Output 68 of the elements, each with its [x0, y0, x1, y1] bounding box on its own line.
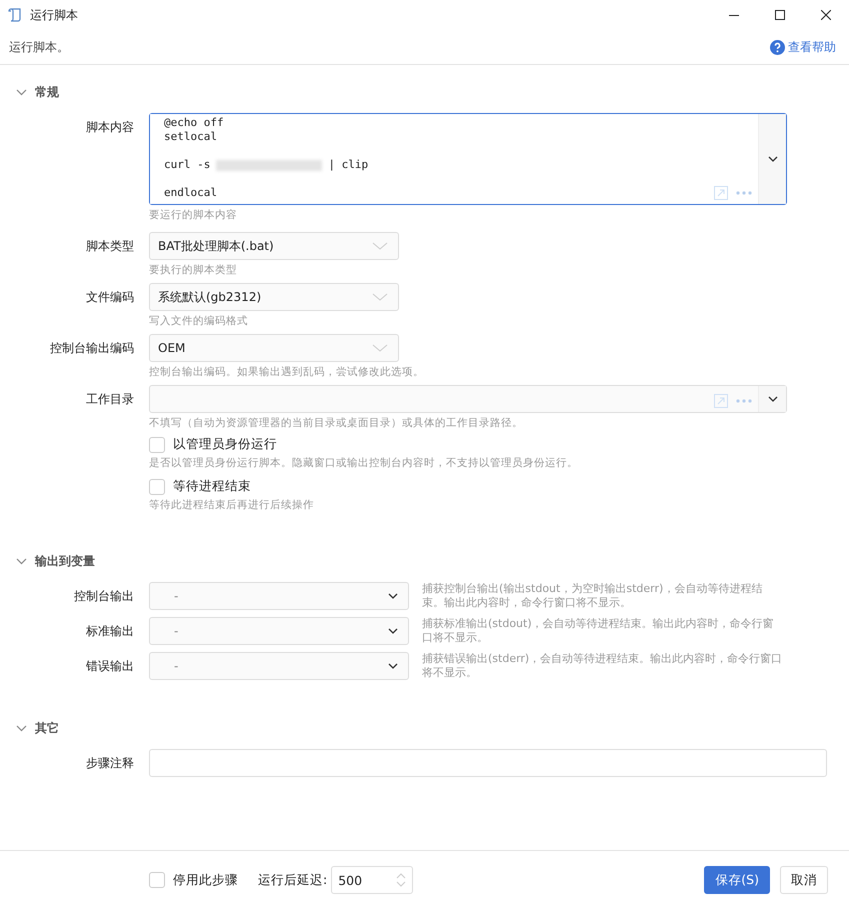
description-text: 运行脚本。 [9, 38, 69, 56]
chevron-down-icon [768, 156, 778, 162]
field-hint: 是否以管理员身份运行脚本。隐藏窗口或输出控制台内容时，不支持以管理员身份运行。 [149, 456, 579, 470]
select-field[interactable]: BAT批处理脚本(.bat) [149, 232, 399, 260]
field-label: 工作目录 [85, 391, 134, 408]
code-text: | clip [328, 158, 368, 172]
close-icon [821, 10, 831, 20]
cancel-button[interactable]: 取消 [780, 866, 828, 894]
code-text: setlocal [164, 130, 217, 144]
chevron-down-icon [388, 593, 398, 599]
field-hint: 捕获错误输出(stderr)，会自动等待进程结束。输出此内容时，命令行窗口将不显示。 [422, 652, 784, 680]
expand-icon[interactable] [714, 186, 728, 200]
field-hint: 写入文件的编码格式 [149, 314, 249, 328]
chevron-down-icon [768, 396, 778, 402]
chevron-down-icon [372, 293, 388, 301]
field-label: 标准输出 [85, 623, 134, 640]
checkbox[interactable] [149, 436, 165, 452]
section-header[interactable]: 其它 [16, 717, 59, 739]
expand-icon[interactable] [714, 394, 728, 408]
code-text: curl -s [164, 158, 210, 172]
chevron-down-icon [372, 344, 388, 352]
delay-spinbox[interactable]: 500 [331, 866, 414, 894]
chevron-icon [16, 88, 27, 96]
chevron-down-icon [372, 242, 388, 250]
chevron-icon [16, 724, 27, 732]
save-button[interactable]: 保存(S) [704, 866, 770, 894]
select-field[interactable]: 系统默认(gb2312) [149, 283, 399, 311]
select-field[interactable]: OEM [149, 334, 399, 362]
checkbox-label: 停用此步骤 [173, 872, 238, 888]
field-label: 脚本类型 [85, 238, 134, 255]
help-icon [770, 40, 785, 54]
delay-label: 运行后延迟: [258, 872, 328, 888]
spinner-icon[interactable] [396, 872, 406, 888]
checkbox-label: 等待进程结束 [173, 478, 251, 495]
more-icon[interactable] [736, 191, 752, 195]
code-text: @echo off [164, 116, 224, 130]
field-hint: 控制台输出编码。如果输出遇到乱码，尝试修改此选项。 [149, 365, 425, 379]
script-editor[interactable]: @echo off setlocal curl -s | clip endlocal [149, 113, 787, 205]
maximize-icon [775, 10, 785, 20]
field-label: 控制台输出编码 [49, 340, 134, 357]
section-header[interactable]: 输出到变量 [16, 550, 95, 572]
field-hint: 要运行的脚本内容 [149, 208, 238, 222]
field-hint: 要执行的脚本类型 [149, 263, 238, 277]
field-label: 步骤注释 [85, 755, 134, 772]
input-field[interactable] [149, 749, 827, 777]
directory-field[interactable] [149, 385, 787, 413]
dropdown-button[interactable] [758, 114, 786, 204]
field-hint: 不填写（自动为资源管理器的当前目录或桌面目录）或具体的工作目录路径。 [149, 416, 524, 430]
field-hint: 等待此进程结束后再进行后续操作 [149, 498, 315, 512]
checkbox[interactable] [149, 872, 165, 888]
chevron-down-icon [388, 663, 398, 669]
field-hint: 捕获控制台输出(输出stdout，为空时输出stderr)，会自动等待进程结束。输出此内容时，命令行窗口将不显示。 [422, 582, 764, 610]
code-text: endlocal [164, 186, 217, 200]
field-label: 文件编码 [85, 289, 134, 306]
field-hint: 捕获标准输出(stdout)，会自动等待进程结束。输出此内容时，命令行窗口将不显示。 [422, 617, 775, 645]
field-label: 错误输出 [85, 658, 134, 675]
window-title: 运行脚本 [30, 6, 79, 24]
more-icon[interactable] [736, 399, 752, 403]
help-link[interactable]: 查看帮助 [770, 38, 836, 56]
field-label: 脚本内容 [85, 119, 134, 136]
chevron-down-icon [388, 628, 398, 634]
field-label: 控制台输出 [73, 588, 134, 605]
dropdown-button[interactable] [758, 386, 786, 412]
section-header[interactable]: 常规 [16, 81, 59, 103]
minimize-icon [729, 14, 739, 16]
checkbox[interactable] [149, 478, 165, 494]
checkbox-label: 以管理员身份运行 [173, 436, 277, 453]
chevron-icon [16, 558, 27, 564]
